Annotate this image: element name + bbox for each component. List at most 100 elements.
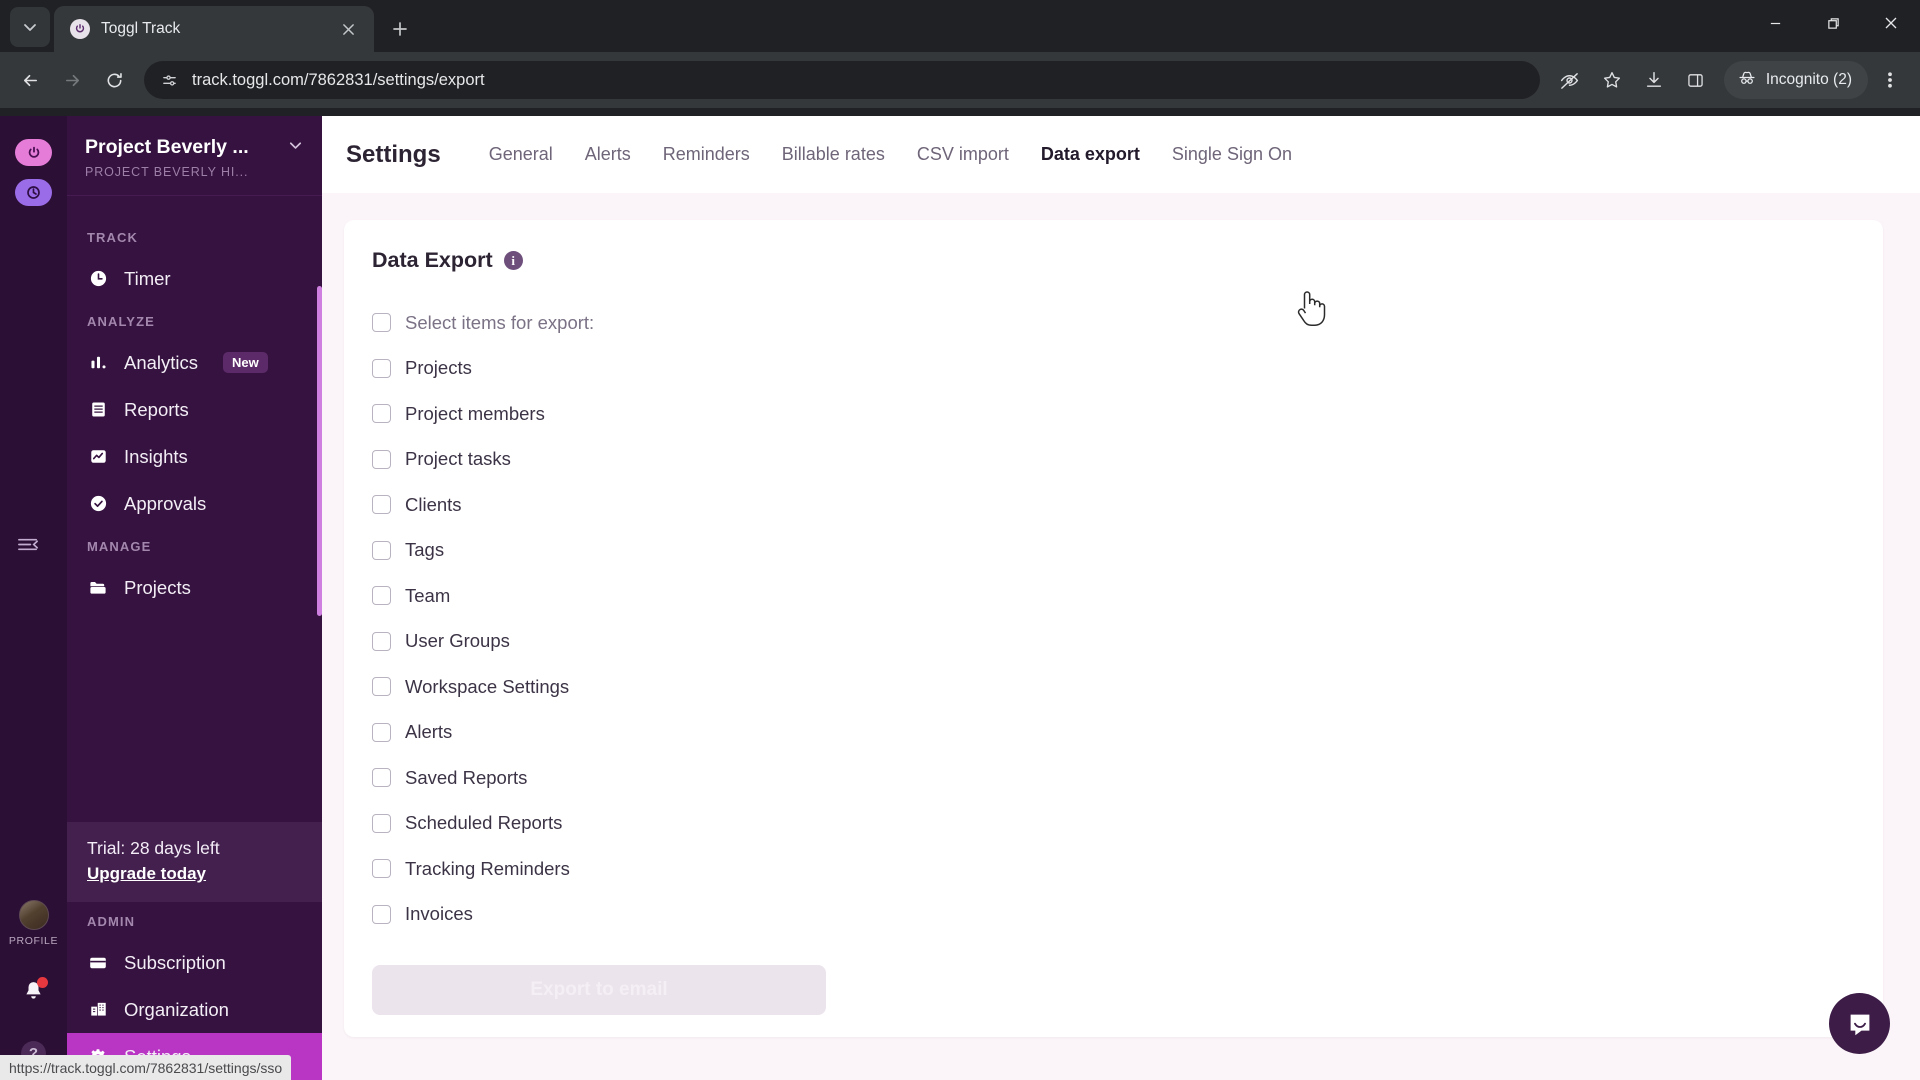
export-item-row[interactable]: Tracking Reminders bbox=[372, 846, 1883, 892]
checkbox-icon[interactable] bbox=[372, 404, 391, 424]
export-item-row[interactable]: Projects bbox=[372, 346, 1883, 392]
checkbox-icon[interactable] bbox=[372, 495, 391, 515]
checkbox-icon[interactable] bbox=[372, 859, 391, 879]
reload-icon[interactable] bbox=[94, 60, 134, 100]
export-item-label: Alerts bbox=[405, 721, 453, 743]
export-item-label: Tags bbox=[405, 539, 445, 561]
workspace-header[interactable]: Project Beverly ... PROJECT BEVERLY HI..… bbox=[67, 116, 322, 196]
tab-billable-rates[interactable]: Billable rates bbox=[766, 144, 901, 165]
checkbox-icon[interactable] bbox=[372, 768, 391, 788]
rail-bottom-group: PROFILE ? bbox=[0, 900, 67, 1066]
checkbox-icon[interactable] bbox=[372, 586, 391, 606]
back-arrow-icon[interactable] bbox=[10, 60, 50, 100]
bell-icon[interactable] bbox=[21, 977, 48, 1009]
export-item-label: Saved Reports bbox=[405, 766, 528, 788]
sidebar-item-analytics[interactable]: Analytics New bbox=[67, 339, 322, 386]
export-item-row[interactable]: Team bbox=[372, 573, 1883, 619]
checkbox-icon[interactable] bbox=[372, 677, 391, 697]
export-item-row[interactable]: Clients bbox=[372, 482, 1883, 528]
icon-rail: PROFILE ? bbox=[0, 116, 67, 1080]
sidebar-item-label: Insights bbox=[124, 445, 188, 467]
sidebar-item-projects[interactable]: Projects bbox=[67, 564, 322, 611]
three-dot-menu-icon[interactable] bbox=[1870, 60, 1910, 100]
export-item-row[interactable]: Workspace Settings bbox=[372, 664, 1883, 710]
chevron-down-icon[interactable] bbox=[287, 137, 304, 159]
chat-bubble-icon[interactable] bbox=[1829, 993, 1890, 1054]
settings-tab-bar: Settings General Alerts Reminders Billab… bbox=[322, 116, 1920, 193]
export-to-email-button[interactable]: Export to email bbox=[372, 965, 826, 1015]
tab-data-export[interactable]: Data export bbox=[1025, 144, 1156, 165]
checkbox-icon[interactable] bbox=[372, 722, 391, 742]
export-item-row[interactable]: User Groups bbox=[372, 619, 1883, 665]
maximize-icon[interactable] bbox=[1804, 0, 1862, 46]
export-item-label: Project tasks bbox=[405, 448, 511, 470]
sidebar-item-approvals[interactable]: Approvals bbox=[67, 480, 322, 527]
tab-alerts[interactable]: Alerts bbox=[569, 144, 647, 165]
export-item-row[interactable]: Invoices bbox=[372, 892, 1883, 938]
checkbox-icon[interactable] bbox=[372, 358, 391, 378]
sidebar-item-organization[interactable]: Organization bbox=[67, 986, 322, 1033]
tab-csv-import[interactable]: CSV import bbox=[901, 144, 1025, 165]
settings-content: Data Export i Select items for export: Pr… bbox=[322, 193, 1920, 1080]
address-bar[interactable]: track.toggl.com/7862831/settings/export bbox=[144, 61, 1540, 99]
export-item-row[interactable]: Project members bbox=[372, 391, 1883, 437]
tab-reminders[interactable]: Reminders bbox=[647, 144, 766, 165]
folder-icon bbox=[87, 578, 109, 598]
sidebar-item-reports[interactable]: Reports bbox=[67, 386, 322, 433]
forward-arrow-icon bbox=[52, 60, 92, 100]
card-header: Data Export i bbox=[372, 248, 1883, 273]
check-circle-icon bbox=[87, 494, 109, 513]
export-item-label: Projects bbox=[405, 357, 472, 379]
checkbox-icon[interactable] bbox=[372, 313, 391, 333]
collapse-sidebar-icon[interactable] bbox=[16, 532, 41, 562]
export-item-label: Team bbox=[405, 584, 451, 606]
tab-general[interactable]: General bbox=[473, 144, 569, 165]
download-icon[interactable] bbox=[1634, 60, 1674, 100]
minimize-icon[interactable] bbox=[1746, 0, 1804, 46]
star-icon[interactable] bbox=[1592, 60, 1632, 100]
sidebar-item-timer[interactable]: Timer bbox=[67, 255, 322, 302]
incognito-hat-icon bbox=[1737, 68, 1757, 93]
info-icon[interactable]: i bbox=[503, 251, 523, 270]
export-item-row[interactable]: Scheduled Reports bbox=[372, 801, 1883, 847]
sidebar-item-subscription[interactable]: Subscription bbox=[67, 939, 322, 986]
browser-tab[interactable]: Toggl Track bbox=[54, 6, 374, 52]
toggl-power-logo[interactable] bbox=[15, 139, 52, 166]
eye-crossed-icon[interactable] bbox=[1550, 60, 1590, 100]
side-panel-icon[interactable] bbox=[1676, 60, 1716, 100]
checkbox-icon[interactable] bbox=[372, 631, 391, 651]
sidebar-item-label: Timer bbox=[124, 267, 171, 289]
checkbox-icon[interactable] bbox=[372, 540, 391, 560]
window-controls bbox=[1746, 0, 1920, 46]
incognito-profile-button[interactable]: Incognito (2) bbox=[1723, 61, 1868, 99]
export-item-row[interactable]: Project tasks bbox=[372, 437, 1883, 483]
toggl-track-logo[interactable] bbox=[15, 179, 52, 206]
tab-single-sign-on[interactable]: Single Sign On bbox=[1156, 144, 1308, 165]
checkbox-icon[interactable] bbox=[372, 449, 391, 469]
status-bar-link: https://track.toggl.com/7862831/settings… bbox=[0, 1055, 292, 1080]
export-item-row[interactable]: Tags bbox=[372, 528, 1883, 574]
nav-section-admin: ADMIN bbox=[87, 914, 136, 929]
checkbox-icon[interactable] bbox=[372, 904, 391, 924]
export-item-label: Scheduled Reports bbox=[405, 812, 563, 834]
workspace-name: Project Beverly ... bbox=[85, 136, 249, 158]
export-item-row[interactable]: Alerts bbox=[372, 710, 1883, 756]
new-badge: New bbox=[223, 352, 268, 373]
user-avatar[interactable] bbox=[18, 900, 49, 930]
sidebar-item-label: Analytics bbox=[124, 351, 199, 373]
close-icon[interactable] bbox=[334, 15, 362, 43]
page-viewport: PROFILE ? Project Beverly ... PROJECT BE… bbox=[0, 116, 1920, 1080]
export-item-row[interactable]: Select items for export: bbox=[372, 300, 1883, 346]
sidebar-item-label: Approvals bbox=[124, 492, 207, 514]
toggl-power-icon bbox=[70, 19, 90, 39]
sidebar-item-insights[interactable]: Insights bbox=[67, 433, 322, 480]
site-settings-icon[interactable] bbox=[158, 69, 180, 91]
new-tab-plus-icon[interactable] bbox=[386, 15, 414, 43]
export-item-label: Select items for export: bbox=[405, 311, 595, 333]
tab-search-chevron-icon[interactable] bbox=[10, 7, 50, 47]
data-export-card: Data Export i Select items for export: Pr… bbox=[344, 220, 1883, 1037]
export-item-row[interactable]: Saved Reports bbox=[372, 755, 1883, 801]
checkbox-icon[interactable] bbox=[372, 813, 391, 833]
window-close-icon[interactable] bbox=[1862, 0, 1920, 46]
upgrade-today-link[interactable]: Upgrade today bbox=[87, 864, 302, 884]
